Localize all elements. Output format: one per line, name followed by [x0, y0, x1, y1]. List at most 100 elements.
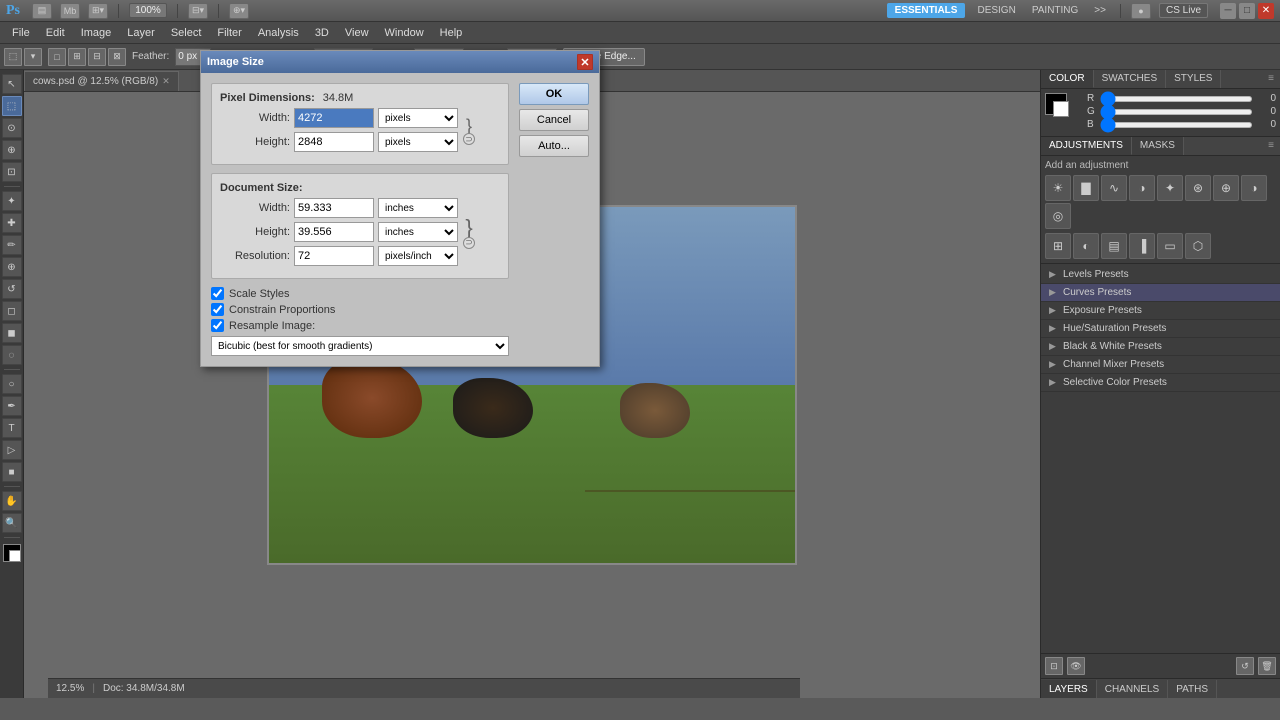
- heal-tool[interactable]: ✚: [2, 213, 22, 233]
- path-select-tool[interactable]: ▷: [2, 440, 22, 460]
- doc-width-input[interactable]: [294, 198, 374, 218]
- posterize-icon[interactable]: ▤: [1101, 233, 1127, 259]
- dodge-tool[interactable]: ○: [2, 374, 22, 394]
- cs-icon[interactable]: ●: [1131, 3, 1151, 19]
- cancel-button[interactable]: Cancel: [519, 109, 589, 131]
- doc-height-unit[interactable]: inches cm mm pixels: [378, 222, 458, 242]
- pixel-width-input[interactable]: [294, 108, 374, 128]
- preset-selective-color[interactable]: ▶ Selective Color Presets: [1041, 374, 1280, 392]
- marquee-options-arrow[interactable]: ▾: [24, 48, 42, 66]
- background-color[interactable]: [9, 550, 21, 562]
- doc-link-icon[interactable]: ⊃: [463, 237, 475, 249]
- tab-channels[interactable]: CHANNELS: [1097, 680, 1168, 698]
- b-slider[interactable]: [1100, 122, 1253, 128]
- doc-width-unit[interactable]: inches cm mm pixels: [378, 198, 458, 218]
- preset-exposure[interactable]: ▶ Exposure Presets: [1041, 302, 1280, 320]
- arrow-tool[interactable]: ↖: [2, 74, 22, 94]
- tab-swatches[interactable]: SWATCHES: [1094, 70, 1167, 88]
- menu-select[interactable]: Select: [163, 25, 210, 41]
- ok-button[interactable]: OK: [519, 83, 589, 105]
- design-button[interactable]: DESIGN: [973, 3, 1019, 18]
- painting-button[interactable]: PAINTING: [1028, 3, 1082, 18]
- pixel-height-input[interactable]: [294, 132, 374, 152]
- curves-icon[interactable]: ∿: [1101, 175, 1127, 201]
- doc-res-unit[interactable]: pixels/inch pixels/cm: [378, 246, 458, 266]
- channel-mixer-icon[interactable]: ⊞: [1045, 233, 1071, 259]
- zoom-tool[interactable]: 🔍: [2, 513, 22, 533]
- scale-styles-checkbox[interactable]: [211, 287, 224, 300]
- color-selector[interactable]: [1045, 93, 1075, 123]
- clone-tool[interactable]: ⊕: [2, 257, 22, 277]
- link-icon[interactable]: ⊃: [463, 133, 475, 145]
- photo-filter-icon[interactable]: ◎: [1045, 203, 1071, 229]
- menu-filter[interactable]: Filter: [209, 25, 249, 41]
- crop-tool[interactable]: ⊡: [2, 162, 22, 182]
- menu-view[interactable]: View: [337, 25, 377, 41]
- quick-select-tool[interactable]: ⊕: [2, 140, 22, 160]
- top-icon-2[interactable]: Mb: [60, 3, 80, 19]
- zoom-display[interactable]: 100%: [129, 3, 167, 18]
- top-icon-1[interactable]: ▤: [32, 3, 52, 19]
- hand-tool[interactable]: ✋: [2, 491, 22, 511]
- color-panel-menu[interactable]: ≡: [1262, 70, 1280, 88]
- marquee-tool[interactable]: ⬚: [2, 96, 22, 116]
- auto-button[interactable]: Auto...: [519, 135, 589, 157]
- constrain-checkbox[interactable]: [211, 303, 224, 316]
- exposure-icon[interactable]: ◑: [1129, 175, 1155, 201]
- tab-layers[interactable]: LAYERS: [1041, 680, 1097, 698]
- shape-tool[interactable]: ■: [2, 462, 22, 482]
- doc-close-icon[interactable]: ✕: [162, 76, 170, 87]
- menu-image[interactable]: Image: [73, 25, 120, 41]
- bw-icon[interactable]: ◑: [1241, 175, 1267, 201]
- adj-bottom-icon1[interactable]: ⊡: [1045, 657, 1063, 675]
- more-button[interactable]: >>: [1090, 3, 1110, 18]
- maximize-button[interactable]: □: [1239, 3, 1255, 19]
- cs-live-button[interactable]: CS Live: [1159, 3, 1208, 18]
- vibrance-icon[interactable]: ✦: [1157, 175, 1183, 201]
- hue-sat-icon[interactable]: ⊛: [1185, 175, 1211, 201]
- pen-tool[interactable]: ✒: [2, 396, 22, 416]
- preset-bw[interactable]: ▶ Black & White Presets: [1041, 338, 1280, 356]
- doc-height-input[interactable]: [294, 222, 374, 242]
- history-brush[interactable]: ↺: [2, 279, 22, 299]
- tool-preset-icon[interactable]: ⊕▾: [229, 3, 249, 19]
- document-tab[interactable]: cows.psd @ 12.5% (RGB/8) ✕: [24, 71, 179, 91]
- foreground-color[interactable]: [3, 544, 21, 562]
- tab-paths[interactable]: PATHS: [1168, 680, 1217, 698]
- preset-huesat[interactable]: ▶ Hue/Saturation Presets: [1041, 320, 1280, 338]
- color-balance-icon[interactable]: ⊕: [1213, 175, 1239, 201]
- add-selection-icon[interactable]: ⊞: [68, 48, 86, 66]
- preset-curves[interactable]: ▶ Curves Presets: [1041, 284, 1280, 302]
- gradient-map-icon[interactable]: ▭: [1157, 233, 1183, 259]
- tab-color[interactable]: COLOR: [1041, 70, 1094, 88]
- subtract-selection-icon[interactable]: ⊟: [88, 48, 106, 66]
- lasso-tool[interactable]: ⊙: [2, 118, 22, 138]
- tab-styles[interactable]: STYLES: [1166, 70, 1221, 88]
- layout-icon[interactable]: ⊞▾: [88, 3, 108, 19]
- adj-reset-icon[interactable]: ↺: [1236, 657, 1254, 675]
- gradient-tool[interactable]: ◼: [2, 323, 22, 343]
- arrange-icon[interactable]: ⊟▾: [188, 3, 208, 19]
- pixel-height-unit[interactable]: pixels percent: [378, 132, 458, 152]
- menu-file[interactable]: File: [4, 25, 38, 41]
- resample-method-select[interactable]: Bicubic (best for smooth gradients) Bili…: [211, 336, 509, 356]
- blur-tool[interactable]: ◌: [2, 345, 22, 365]
- adj-bottom-icon2[interactable]: 👁: [1067, 657, 1085, 675]
- menu-analysis[interactable]: Analysis: [250, 25, 307, 41]
- doc-res-input[interactable]: [294, 246, 374, 266]
- preset-channel-mixer[interactable]: ▶ Channel Mixer Presets: [1041, 356, 1280, 374]
- new-selection-icon[interactable]: □: [48, 48, 66, 66]
- r-slider[interactable]: [1100, 96, 1253, 102]
- menu-layer[interactable]: Layer: [119, 25, 163, 41]
- pixel-width-unit[interactable]: pixels percent: [378, 108, 458, 128]
- threshold-icon[interactable]: ▐: [1129, 233, 1155, 259]
- rect-marquee-icon[interactable]: ⬚: [4, 48, 22, 66]
- invert-icon[interactable]: ◐: [1073, 233, 1099, 259]
- g-slider[interactable]: [1100, 109, 1253, 115]
- close-button[interactable]: ✕: [1258, 3, 1274, 19]
- essentials-button[interactable]: ESSENTIALS: [887, 3, 966, 18]
- menu-3d[interactable]: 3D: [307, 25, 337, 41]
- adj-panel-menu[interactable]: ≡: [1262, 137, 1280, 155]
- dialog-close-button[interactable]: ✕: [577, 54, 593, 70]
- minimize-button[interactable]: ─: [1220, 3, 1236, 19]
